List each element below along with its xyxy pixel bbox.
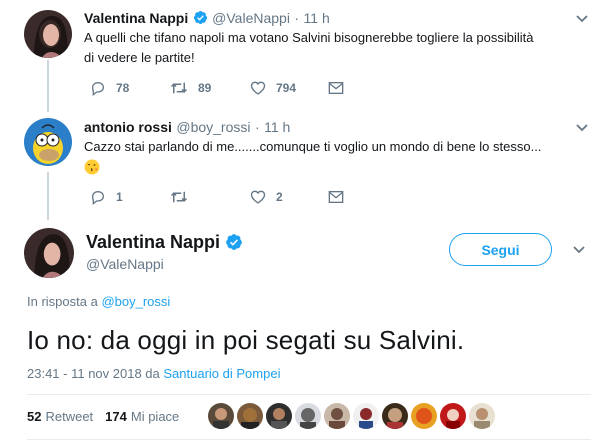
- divider: [27, 439, 591, 440]
- tweet-header: Valentina Nappi @ValeNappi · 11 h: [84, 10, 330, 28]
- chevron-down-icon[interactable]: [572, 245, 586, 255]
- liker-avatar[interactable]: [440, 403, 466, 429]
- heart-icon: [250, 81, 266, 95]
- tweet-time[interactable]: 11 h: [264, 119, 290, 135]
- retweet-button[interactable]: [170, 189, 250, 205]
- like-stat-label: Mi piace: [130, 409, 180, 424]
- retweet-count: 89: [198, 81, 212, 95]
- reply-prefix: In risposta a: [27, 294, 98, 309]
- author-name[interactable]: Valentina Nappi: [86, 232, 220, 252]
- retweet-button[interactable]: 89: [170, 80, 250, 96]
- engagement-stats: 52 Retweet 174 Mi piace: [27, 409, 191, 424]
- tweet-text-line: Cazzo stai parlando di me.......comunque…: [84, 139, 542, 154]
- retweet-stat-label: Retweet: [45, 409, 94, 424]
- reply-button[interactable]: 78: [90, 80, 170, 96]
- reply-icon: [91, 190, 105, 205]
- avatar[interactable]: [24, 118, 72, 166]
- author-handle[interactable]: @boy_rossi: [176, 119, 250, 135]
- like-count: 2: [276, 190, 283, 204]
- liker-avatar[interactable]: [324, 403, 350, 429]
- message-button[interactable]: [328, 81, 344, 95]
- verified-badge-icon: [225, 234, 242, 250]
- like-stat-count: 174: [105, 409, 127, 424]
- reply-count: 78: [116, 81, 130, 95]
- author-name[interactable]: antonio rossi: [84, 119, 172, 135]
- retweet-icon: [170, 82, 188, 94]
- envelope-icon: [328, 191, 344, 203]
- reply-button[interactable]: 1: [90, 189, 170, 205]
- retweet-icon: [170, 191, 188, 203]
- avatar[interactable]: [24, 10, 72, 58]
- chevron-down-icon[interactable]: [575, 14, 589, 24]
- liker-avatar[interactable]: [411, 403, 437, 429]
- liker-avatar[interactable]: [295, 403, 321, 429]
- reply-icon: [91, 81, 105, 96]
- liker-avatar[interactable]: [353, 403, 379, 429]
- separator: ·: [294, 10, 300, 26]
- tweet-header: antonio rossi @boy_rossi · 11 h: [84, 119, 290, 137]
- retweet-stat[interactable]: 52 Retweet: [27, 409, 93, 424]
- liker-avatar[interactable]: [208, 403, 234, 429]
- liker-avatar[interactable]: [237, 403, 263, 429]
- divider: [27, 394, 591, 395]
- reply-count: 1: [116, 190, 123, 204]
- liker-avatar[interactable]: [266, 403, 292, 429]
- reply-context: In risposta a @boy_rossi: [27, 294, 170, 309]
- author-name[interactable]: Valentina Nappi: [84, 10, 188, 26]
- message-button[interactable]: [328, 190, 344, 204]
- like-button[interactable]: 2: [250, 189, 328, 205]
- tweet-text-line: A quelli che tifano napoli ma votano Sal…: [84, 30, 534, 45]
- tweet-timestamp[interactable]: 23:41 - 11 nov 2018 da: [27, 366, 160, 381]
- tweet-text: A quelli che tifano napoli ma votano Sal…: [84, 28, 584, 68]
- location-link[interactable]: Santuario di Pompei: [163, 366, 280, 381]
- liker-avatars: [208, 403, 498, 429]
- tweet-text: Io no: da oggi in poi segati su Salvini.: [27, 325, 465, 355]
- envelope-icon: [328, 82, 344, 94]
- like-stat[interactable]: 174 Mi piace: [105, 409, 179, 424]
- heart-icon: [250, 190, 266, 204]
- separator: ·: [254, 119, 260, 135]
- thread-line: [47, 60, 49, 112]
- retweet-stat-count: 52: [27, 409, 42, 424]
- liker-avatar[interactable]: [382, 403, 408, 429]
- liker-avatar[interactable]: [469, 403, 495, 429]
- tweet-actions: 1 2: [90, 189, 344, 205]
- tweet-time[interactable]: 11 h: [304, 10, 330, 26]
- like-button[interactable]: 794: [250, 80, 328, 96]
- tweet-actions: 78 89 794: [90, 80, 344, 96]
- kiss-emoji-icon: [84, 159, 584, 181]
- thread-line: [47, 172, 49, 220]
- like-count: 794: [276, 81, 297, 95]
- chevron-down-icon[interactable]: [575, 123, 589, 133]
- tweet-meta: 23:41 - 11 nov 2018 da Santuario di Pomp…: [27, 366, 280, 381]
- tweet-text: Cazzo stai parlando di me.......comunque…: [84, 137, 584, 181]
- main-author: Valentina Nappi: [86, 232, 243, 253]
- author-handle[interactable]: @ValeNappi: [212, 10, 290, 26]
- reply-to-link[interactable]: @boy_rossi: [101, 294, 170, 309]
- tweet-text-line: di vedere le partite!: [84, 50, 195, 65]
- avatar[interactable]: [24, 228, 74, 278]
- verified-badge-icon: [193, 10, 207, 25]
- follow-button[interactable]: Segui: [449, 233, 552, 266]
- author-handle[interactable]: @ValeNappi: [86, 256, 164, 272]
